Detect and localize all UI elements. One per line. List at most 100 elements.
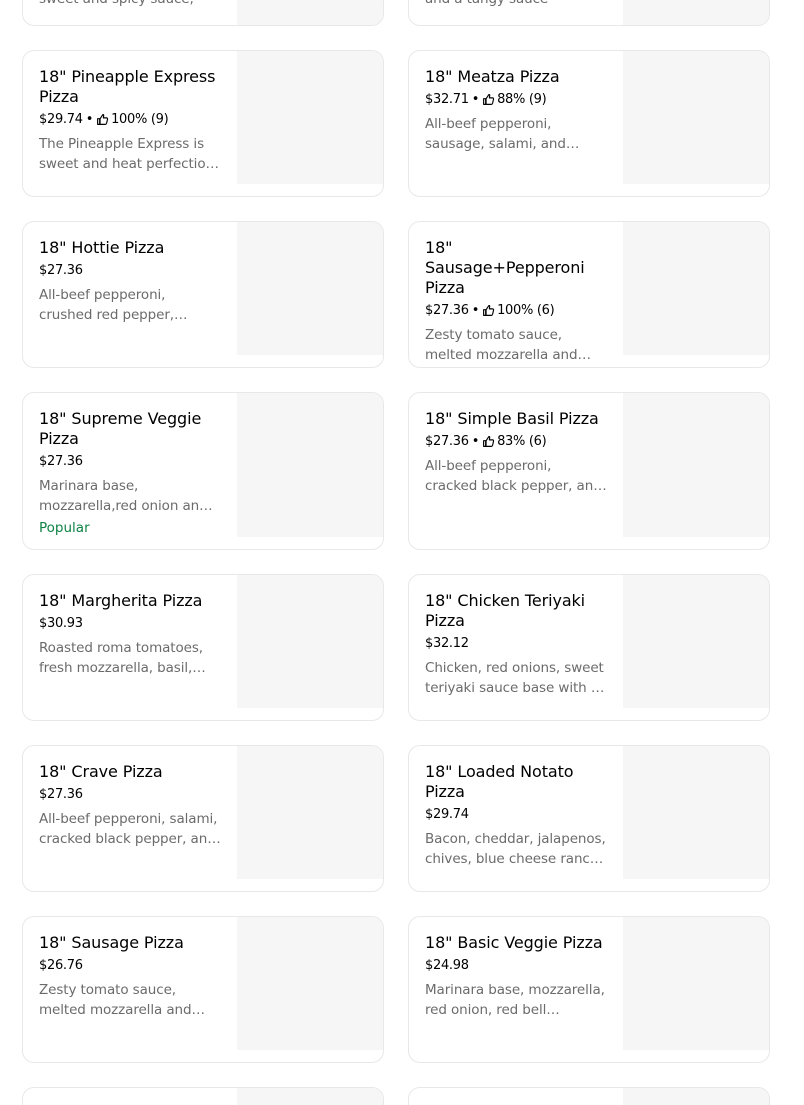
- popular-badge: Popular: [39, 520, 90, 536]
- thumbs-up-icon: [483, 93, 495, 105]
- item-price: $24.98: [425, 958, 469, 973]
- item-price: $32.71: [425, 92, 469, 107]
- item-meta: $27.36 • 83% (6): [425, 433, 607, 450]
- item-rating: • 100% (6): [469, 302, 555, 319]
- item-price: $32.12: [425, 636, 469, 651]
- item-name: 18" Meatza Pizza: [425, 67, 560, 86]
- item-meta: $26.76: [39, 957, 221, 974]
- thumbs-up-icon: [483, 435, 495, 447]
- item-info: 18" Loaded Notato Pizza $29.74 Bacon, ch…: [425, 762, 607, 869]
- item-rating: • 100% (9): [83, 111, 169, 128]
- menu-item-card[interactable]: 18" Chicken Teriyaki Pizza $32.12 Chicke…: [408, 574, 770, 721]
- item-price: $27.36: [39, 263, 83, 278]
- item-price: $27.36: [39, 787, 83, 802]
- menu-item-card[interactable]: 18" Sausage Pizza $26.76 Zesty tomato sa…: [22, 916, 384, 1063]
- item-description: All-beef pepperoni, crushed red pepper, …: [39, 287, 174, 323]
- item-info: 18" Sausage Pizza $26.76 Zesty tomato sa…: [39, 933, 221, 1020]
- separator-dot: •: [471, 92, 480, 107]
- item-meta: $32.12: [425, 635, 607, 652]
- menu-item-card[interactable]: 18" Loaded Notato Pizza $29.74 Bacon, ch…: [408, 745, 770, 892]
- item-name: 18" Sausage Pizza: [39, 933, 184, 952]
- item-info: 18" Crave Pizza $27.36 All-beef pepperon…: [39, 762, 221, 849]
- thumbs-up-icon: [483, 304, 495, 316]
- item-meta: $29.74: [425, 806, 607, 823]
- item-name: 18" Crave Pizza: [39, 762, 163, 781]
- item-rating-text: 100% (6): [497, 303, 555, 318]
- item-image: [237, 51, 383, 184]
- menu-item-card[interactable]: 18" Basic Veggie Pizza $24.98 Marinara b…: [408, 916, 770, 1063]
- item-meta: $27.36: [39, 453, 221, 470]
- menu-grid: sweet and spicy sauce, and a tangy sauce…: [0, 0, 804, 1105]
- menu-item-card[interactable]: and a tangy sauce: [408, 0, 770, 26]
- item-image: [623, 1088, 769, 1105]
- item-price: $27.36: [425, 303, 469, 318]
- item-rating: • 88% (9): [469, 91, 547, 108]
- item-description: and a tangy sauce: [425, 0, 607, 9]
- item-name: 18" Simple Basil Pizza: [425, 409, 599, 428]
- separator-dot: •: [471, 303, 480, 318]
- menu-item-card[interactable]: 18" Meatza Pizza $32.71 • 88% (9) All-be…: [408, 50, 770, 197]
- item-info: 18" Pineapple Express Pizza $29.74 • 100…: [39, 67, 221, 174]
- item-description: Marinara base, mozzarella, red onion, re…: [425, 982, 605, 1018]
- item-description: Marinara base, mozzarella,red onion and …: [39, 478, 208, 514]
- item-description: Chicken, red onions, sweet teriyaki sauc…: [425, 660, 604, 696]
- item-description: Zesty tomato sauce, melted mozzarella an…: [425, 327, 578, 363]
- item-image: [623, 51, 769, 184]
- item-image: [623, 575, 769, 708]
- item-image: [623, 746, 769, 879]
- item-rating-text: 100% (9): [111, 112, 169, 127]
- item-price: $29.74: [425, 807, 469, 822]
- menu-item-card[interactable]: 18" Sausage+Pepperoni Pizza $27.36 • 100…: [408, 221, 770, 368]
- item-name: 18" Supreme Veggie Pizza: [39, 409, 202, 448]
- item-meta: $29.74 • 100% (9): [39, 111, 221, 128]
- item-image: [623, 917, 769, 1050]
- menu-item-card[interactable]: 18" Pineapple Express Pizza $29.74 • 100…: [22, 50, 384, 197]
- item-description: Bacon, cheddar, jalapenos, chives, blue …: [425, 831, 606, 867]
- menu-item-card[interactable]: 18" Margherita Pizza $30.93 Roasted roma…: [22, 574, 384, 721]
- separator-dot: •: [85, 112, 94, 127]
- item-price: $27.36: [425, 434, 469, 449]
- item-image: [237, 575, 383, 708]
- item-name: 18" Loaded Notato Pizza: [425, 762, 574, 801]
- menu-item-card[interactable]: [408, 1087, 770, 1105]
- item-description: The Pineapple Express is sweet and heat …: [39, 136, 219, 172]
- item-name: 18" Basic Veggie Pizza: [425, 933, 603, 952]
- item-description: sweet and spicy sauce,: [39, 0, 221, 9]
- item-meta: $27.36: [39, 262, 221, 279]
- item-info: 18" Simple Basil Pizza $27.36 • 83% (6) …: [425, 409, 607, 496]
- item-image: [237, 393, 383, 537]
- menu-item-card[interactable]: [22, 1087, 384, 1105]
- item-image: [623, 0, 769, 25]
- item-image: [623, 393, 769, 537]
- item-description: All-beef pepperoni, salami, cracked blac…: [39, 811, 218, 847]
- item-meta: $27.36: [39, 786, 221, 803]
- item-price: $27.36: [39, 454, 83, 469]
- item-name: 18" Sausage+Pepperoni Pizza: [425, 238, 585, 297]
- item-info: 18" Supreme Veggie Pizza $27.36 Marinara…: [39, 409, 221, 538]
- item-image: [237, 746, 383, 879]
- item-price: $30.93: [39, 616, 83, 631]
- menu-item-card[interactable]: 18" Hottie Pizza $27.36 All-beef peppero…: [22, 221, 384, 368]
- menu-item-card[interactable]: 18" Crave Pizza $27.36 All-beef pepperon…: [22, 745, 384, 892]
- item-image: [237, 0, 383, 25]
- item-price: $26.76: [39, 958, 83, 973]
- item-image: [623, 222, 769, 355]
- item-price: $29.74: [39, 112, 83, 127]
- item-description: All-beef pepperoni, cracked black pepper…: [425, 458, 602, 494]
- item-info: 18" Chicken Teriyaki Pizza $32.12 Chicke…: [425, 591, 607, 698]
- item-image: [237, 1088, 383, 1105]
- menu-item-card[interactable]: sweet and spicy sauce,: [22, 0, 384, 26]
- item-name: 18" Pineapple Express Pizza: [39, 67, 216, 106]
- menu-item-card[interactable]: 18" Supreme Veggie Pizza $27.36 Marinara…: [22, 392, 384, 550]
- separator-dot: •: [471, 434, 480, 449]
- item-name: 18" Hottie Pizza: [39, 238, 165, 257]
- item-meta: $32.71 • 88% (9): [425, 91, 607, 108]
- item-rating-text: 88% (9): [497, 92, 547, 107]
- item-meta: $27.36 • 100% (6): [425, 302, 607, 319]
- item-description: Roasted roma tomatoes, fresh mozzarella,…: [39, 640, 203, 676]
- item-name: 18" Margherita Pizza: [39, 591, 203, 610]
- thumbs-up-icon: [97, 113, 109, 125]
- item-image: [237, 222, 383, 355]
- menu-item-card[interactable]: 18" Simple Basil Pizza $27.36 • 83% (6) …: [408, 392, 770, 550]
- item-info: 18" Sausage+Pepperoni Pizza $27.36 • 100…: [425, 238, 607, 365]
